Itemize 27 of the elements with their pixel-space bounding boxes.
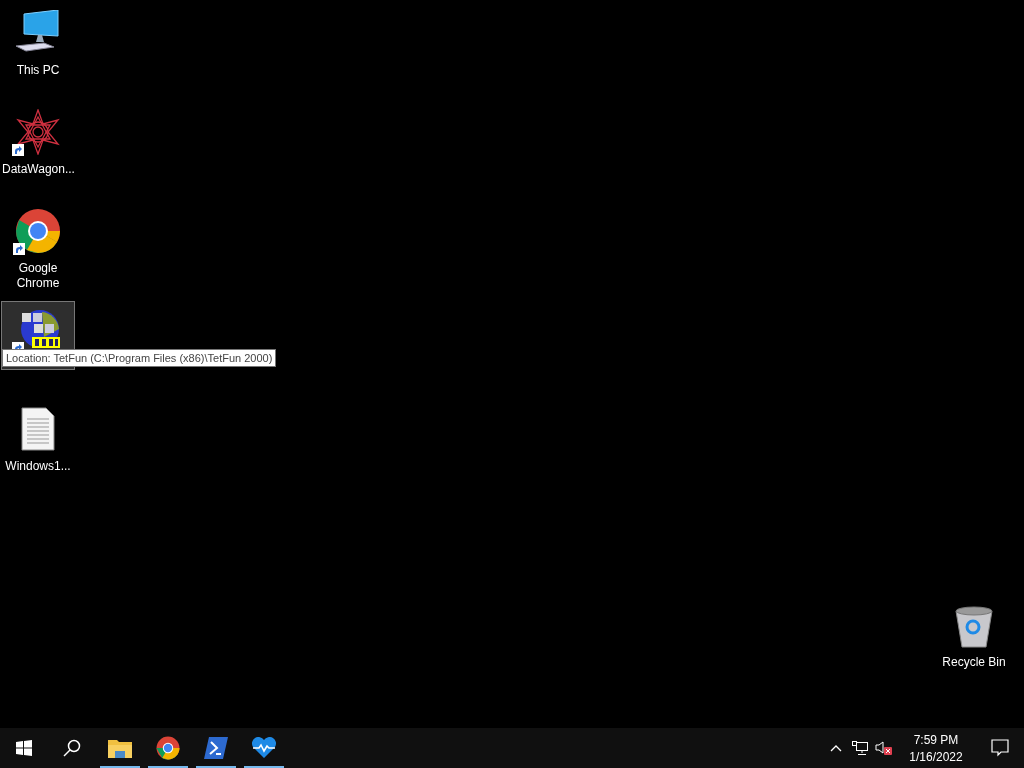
search-icon [63, 739, 81, 757]
desktop-icon[interactable]: DataWagon... [1, 103, 75, 178]
desktop-icon[interactable]: Google Chrome [1, 202, 75, 292]
terminal-icon [204, 737, 228, 759]
recycle-bin-icon [954, 605, 994, 649]
chevron-up-icon [830, 744, 842, 752]
tooltip: Location: TetFun (C:\Program Files (x86)\TetFun 2000) [2, 349, 277, 367]
clock-button[interactable]: 7:59 PM 1/16/2022 [896, 728, 976, 768]
desktop-icon[interactable]: This PC [1, 4, 75, 79]
windows-logo-icon [16, 740, 32, 756]
icon-label: This PC [15, 63, 61, 78]
network-icon [852, 741, 868, 755]
heart-pulse-icon [251, 737, 277, 759]
desktop-icon[interactable]: Windows1... [1, 400, 75, 475]
star-icon [14, 109, 62, 155]
date-text: 1/16/2022 [909, 749, 963, 764]
document-icon [21, 407, 55, 451]
chrome-icon [15, 208, 61, 254]
icon-label: Google Chrome [15, 261, 61, 291]
desktop-icon[interactable]: Recycle Bin [936, 600, 1012, 671]
chrome-icon [156, 736, 180, 760]
icon-label: Recycle Bin [941, 655, 1007, 670]
icon-label: Windows1... [4, 459, 72, 474]
folder-icon [108, 738, 132, 758]
time-text: 7:59 PM [913, 732, 959, 747]
speech-bubble-icon [991, 739, 1009, 757]
icon-label: DataWagon... [2, 162, 74, 177]
